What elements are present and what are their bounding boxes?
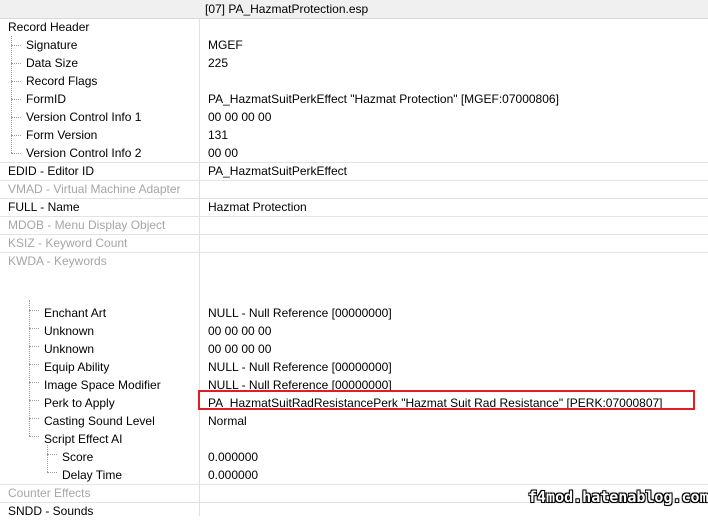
row-label: Unknown — [44, 342, 95, 356]
row-unknown-1[interactable]: Unknown 00 00 00 00 — [0, 322, 708, 340]
row-label: Form Version — [26, 128, 98, 142]
row-value: MGEF — [208, 38, 243, 52]
row-value: PA_HazmatSuitPerkEffect — [208, 164, 347, 178]
row-value: 225 — [208, 56, 229, 70]
row-label: Delay Time — [62, 468, 123, 482]
row-delay-time[interactable]: Delay Time 0.000000 — [0, 466, 708, 484]
row-label: Score — [62, 450, 94, 464]
row-value: 0.000000 — [208, 450, 259, 464]
record-tree: Record Header Signature MGEF Data Size 2… — [0, 18, 708, 520]
row-label: EDID - Editor ID — [8, 164, 95, 178]
row-label: MDOB - Menu Display Object — [8, 218, 166, 232]
row-label: KSIZ - Keyword Count — [8, 236, 128, 250]
highlight-box — [198, 390, 695, 410]
row-enchant-art[interactable]: Enchant Art NULL - Null Reference [00000… — [0, 304, 708, 322]
row-label: Equip Ability — [44, 360, 110, 374]
row-label: Unknown — [44, 324, 95, 338]
row-label: Signature — [26, 38, 78, 52]
row-record-header[interactable]: Record Header — [0, 18, 708, 36]
row-label: SNDD - Sounds — [8, 504, 94, 518]
row-value: Normal — [208, 414, 247, 428]
row-kwda[interactable]: KWDA - Keywords — [0, 252, 708, 270]
scrolled-gap — [0, 270, 708, 304]
row-script-effect-ai[interactable]: Script Effect AI — [0, 430, 708, 448]
row-label: Script Effect AI — [44, 432, 123, 446]
row-data-size[interactable]: Data Size 225 — [0, 54, 708, 72]
row-version-control-2[interactable]: Version Control Info 2 00 00 — [0, 144, 708, 162]
row-edid[interactable]: EDID - Editor ID PA_HazmatSuitPerkEffect — [0, 162, 708, 180]
row-label: Enchant Art — [44, 306, 107, 320]
row-record-flags[interactable]: Record Flags — [0, 72, 708, 90]
row-formid[interactable]: FormID PA_HazmatSuitPerkEffect "Hazmat P… — [0, 90, 708, 108]
row-label: FULL - Name — [8, 200, 80, 214]
row-label: Casting Sound Level — [44, 414, 155, 428]
row-score[interactable]: Score 0.000000 — [0, 448, 708, 466]
row-value: NULL - Null Reference [00000000] — [208, 306, 392, 320]
row-vmad[interactable]: VMAD - Virtual Machine Adapter — [0, 180, 708, 198]
row-value: 131 — [208, 128, 229, 142]
row-value: Hazmat Protection — [208, 200, 307, 214]
row-version-control-1[interactable]: Version Control Info 1 00 00 00 00 — [0, 108, 708, 126]
file-title: [07] PA_HazmatProtection.esp — [205, 2, 369, 16]
row-value: 0.000000 — [208, 468, 259, 482]
row-value: 00 00 00 00 — [208, 324, 272, 338]
column-header: [07] PA_HazmatProtection.esp — [0, 0, 708, 19]
row-value: 00 00 00 00 — [208, 110, 272, 124]
row-form-version[interactable]: Form Version 131 — [0, 126, 708, 144]
watermark: f4mod.hatenablog.com — [528, 488, 708, 506]
row-value: 00 00 00 00 — [208, 342, 272, 356]
row-ksiz[interactable]: KSIZ - Keyword Count — [0, 234, 708, 252]
row-equip-ability[interactable]: Equip Ability NULL - Null Reference [000… — [0, 358, 708, 376]
row-label: Version Control Info 2 — [26, 146, 142, 160]
row-casting-sound-level[interactable]: Casting Sound Level Normal — [0, 412, 708, 430]
row-label: Data Size — [26, 56, 79, 70]
row-label: Perk to Apply — [44, 396, 115, 410]
row-label: Record Header — [8, 20, 90, 34]
row-label: VMAD - Virtual Machine Adapter — [8, 182, 181, 196]
row-value: NULL - Null Reference [00000000] — [208, 360, 392, 374]
row-signature[interactable]: Signature MGEF — [0, 36, 708, 54]
row-mdob[interactable]: MDOB - Menu Display Object — [0, 216, 708, 234]
row-label: FormID — [26, 92, 66, 106]
row-label: Version Control Info 1 — [26, 110, 142, 124]
row-label: Counter Effects — [8, 486, 91, 500]
row-full-name[interactable]: FULL - Name Hazmat Protection — [0, 198, 708, 216]
row-label: Image Space Modifier — [44, 378, 161, 392]
row-value: PA_HazmatSuitPerkEffect "Hazmat Protecti… — [208, 92, 559, 106]
row-label: Record Flags — [26, 74, 98, 88]
row-unknown-2[interactable]: Unknown 00 00 00 00 — [0, 340, 708, 358]
row-label: KWDA - Keywords — [8, 254, 107, 268]
row-value: 00 00 — [208, 146, 239, 160]
